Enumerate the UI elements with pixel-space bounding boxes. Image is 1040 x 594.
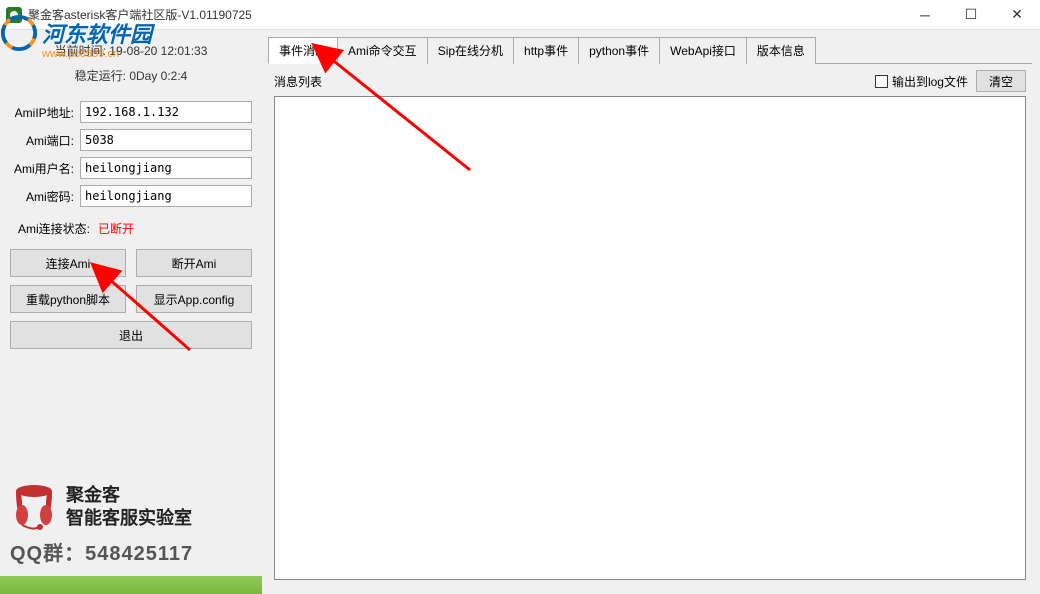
tab-python[interactable]: python事件 bbox=[578, 37, 660, 64]
maximize-button[interactable]: ☐ bbox=[948, 0, 994, 29]
reload-python-button[interactable]: 重载python脚本 bbox=[10, 285, 126, 313]
window-title: 聚金客asterisk客户端社区版-V1.01190725 bbox=[28, 6, 902, 23]
connect-ami-button[interactable]: 连接Ami bbox=[10, 249, 126, 277]
disconnect-ami-button[interactable]: 断开Ami bbox=[136, 249, 252, 277]
tab-ami-cmd[interactable]: Ami命令交互 bbox=[337, 37, 428, 64]
app-icon bbox=[6, 7, 22, 23]
left-panel: 当前时间: 19-08-20 12:01:33 稳定运行: 0Day 0:2:4… bbox=[0, 30, 262, 594]
tab-events[interactable]: 事件消息 bbox=[268, 37, 338, 64]
msg-list-label: 消息列表 bbox=[274, 73, 322, 90]
ami-pass-label: Ami密码: bbox=[10, 188, 80, 205]
clear-button[interactable]: 清空 bbox=[976, 70, 1026, 92]
headset-icon bbox=[10, 483, 58, 531]
ami-status-value: 已断开 bbox=[98, 220, 134, 237]
minimize-button[interactable]: ─ bbox=[902, 0, 948, 29]
ami-status-label: Ami连接状态: bbox=[10, 220, 90, 237]
log-checkbox[interactable]: 输出到log文件 bbox=[875, 73, 968, 90]
tab-http[interactable]: http事件 bbox=[513, 37, 579, 64]
ami-ip-input[interactable] bbox=[80, 101, 252, 123]
checkbox-icon bbox=[875, 75, 888, 88]
qq-group: QQ群：548425117 bbox=[10, 537, 252, 566]
tab-sip[interactable]: Sip在线分机 bbox=[427, 37, 514, 64]
titlebar: 聚金客asterisk客户端社区版-V1.01190725 ─ ☐ ✕ bbox=[0, 0, 1040, 30]
close-button[interactable]: ✕ bbox=[994, 0, 1040, 29]
tab-content: 消息列表 输出到log文件 清空 bbox=[268, 64, 1032, 586]
current-time: 当前时间: 19-08-20 12:01:33 bbox=[10, 42, 252, 59]
ami-user-label: Ami用户名: bbox=[10, 160, 80, 177]
ami-port-label: Ami端口: bbox=[10, 132, 80, 149]
brand-subtitle: 智能客服实验室 bbox=[66, 507, 192, 530]
show-config-button[interactable]: 显示App.config bbox=[136, 285, 252, 313]
right-panel: 事件消息 Ami命令交互 Sip在线分机 http事件 python事件 Web… bbox=[262, 30, 1040, 594]
grass-decoration bbox=[0, 576, 262, 594]
log-checkbox-label: 输出到log文件 bbox=[892, 73, 968, 90]
exit-button[interactable]: 退出 bbox=[10, 321, 252, 349]
ami-port-input[interactable] bbox=[80, 129, 252, 151]
brand-name: 聚金客 bbox=[66, 484, 192, 507]
message-listbox[interactable] bbox=[274, 96, 1026, 580]
ami-ip-label: AmiIP地址: bbox=[10, 104, 80, 121]
tab-bar: 事件消息 Ami命令交互 Sip在线分机 http事件 python事件 Web… bbox=[268, 36, 1032, 64]
tab-version[interactable]: 版本信息 bbox=[746, 37, 816, 64]
ami-pass-input[interactable] bbox=[80, 185, 252, 207]
uptime: 稳定运行: 0Day 0:2:4 bbox=[10, 67, 252, 84]
tab-webapi[interactable]: WebApi接口 bbox=[659, 37, 747, 64]
ami-user-input[interactable] bbox=[80, 157, 252, 179]
footer-brand: 聚金客 智能客服实验室 QQ群：548425117 bbox=[10, 473, 252, 586]
